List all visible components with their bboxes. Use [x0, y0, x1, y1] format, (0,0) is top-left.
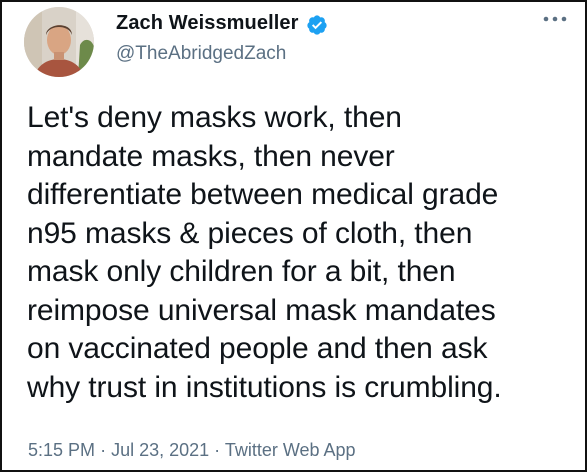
display-name[interactable]: Zach Weissmueller: [116, 12, 299, 35]
tweet-date[interactable]: Jul 23, 2021: [111, 440, 209, 460]
user-handle[interactable]: @TheAbridgedZach: [116, 43, 286, 65]
more-options-icon[interactable]: [540, 12, 570, 26]
tweet-source[interactable]: Twitter Web App: [225, 440, 356, 460]
meta-separator: ·: [214, 440, 225, 460]
tweet-time[interactable]: 5:15 PM: [28, 440, 95, 460]
tweet-card: Zach Weissmueller @TheAbridgedZach Let's…: [0, 0, 587, 472]
tweet-meta: 5:15 PM · Jul 23, 2021 · Twitter Web App: [28, 440, 356, 461]
tweet-text: Let's deny masks work, then mandate mask…: [27, 101, 502, 404]
avatar[interactable]: [24, 7, 94, 77]
avatar-image: [24, 7, 94, 77]
meta-separator: ·: [100, 440, 112, 460]
verified-badge-icon: [307, 15, 327, 35]
